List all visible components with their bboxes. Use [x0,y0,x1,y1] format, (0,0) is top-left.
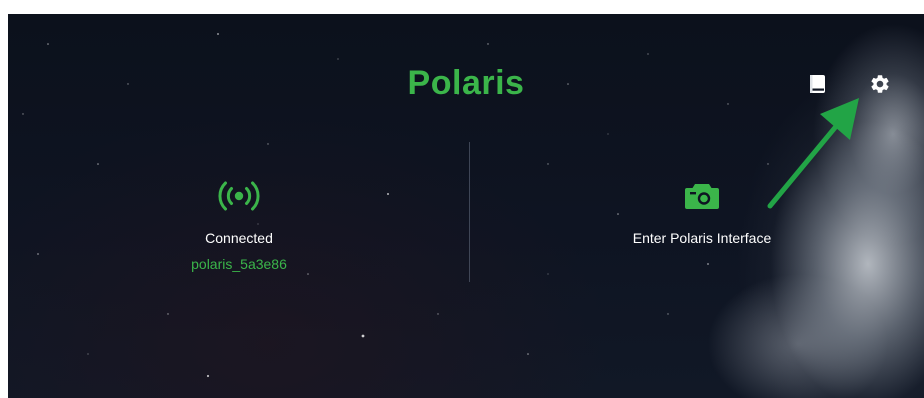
panel-divider [469,142,470,282]
interface-panel[interactable]: Enter Polaris Interface [602,174,802,246]
app-screen: Polaris Connected polaris_5a3e86 Enter P… [8,14,924,398]
device-name: polaris_5a3e86 [191,256,287,272]
gear-icon[interactable] [868,72,892,96]
connection-status: Connected [205,230,273,246]
broadcast-icon [139,174,339,218]
book-icon[interactable] [806,72,830,96]
connection-panel[interactable]: Connected polaris_5a3e86 [139,174,339,272]
app-title: Polaris [407,64,525,102]
camera-icon [602,174,802,218]
enter-interface-label: Enter Polaris Interface [632,230,772,246]
